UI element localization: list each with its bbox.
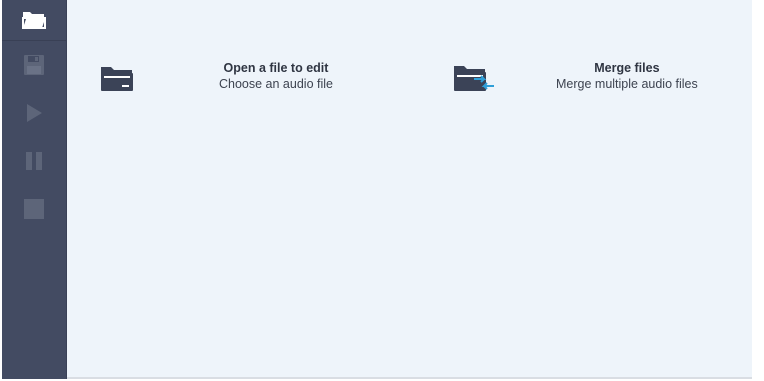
open-file-description: Choose an audio file <box>219 77 333 91</box>
merge-icon-wrap <box>452 60 496 96</box>
pause-icon <box>26 152 42 170</box>
stop-icon <box>24 199 44 219</box>
merge-files-title: Merge files <box>594 61 660 75</box>
folder-merge-icon <box>454 66 494 91</box>
folder-icon-wrap <box>95 60 139 96</box>
open-file-text: Open a file to edit Choose an audio file <box>219 60 333 92</box>
merge-files-text: Merge files Merge multiple audio files <box>556 60 698 92</box>
sidebar-item-open[interactable] <box>2 0 66 41</box>
save-icon <box>24 55 44 75</box>
folder-open-icon <box>22 12 46 29</box>
merge-files-description: Merge multiple audio files <box>556 77 698 91</box>
open-file-title: Open a file to edit <box>223 61 329 75</box>
sidebar-item-play[interactable] <box>2 89 66 137</box>
play-icon <box>27 104 42 122</box>
sidebar-item-pause[interactable] <box>2 137 66 185</box>
bottom-divider <box>67 377 752 379</box>
open-file-action[interactable]: Open a file to edit Choose an audio file <box>95 60 333 96</box>
app-window: Open a file to edit Choose an audio file… <box>2 0 752 379</box>
merge-files-action[interactable]: Merge files Merge multiple audio files <box>452 60 698 96</box>
sidebar <box>2 0 67 379</box>
sidebar-item-save[interactable] <box>2 41 66 89</box>
folder-icon <box>101 67 133 91</box>
main-content: Open a file to edit Choose an audio file… <box>67 0 752 379</box>
sidebar-item-stop[interactable] <box>2 185 66 233</box>
